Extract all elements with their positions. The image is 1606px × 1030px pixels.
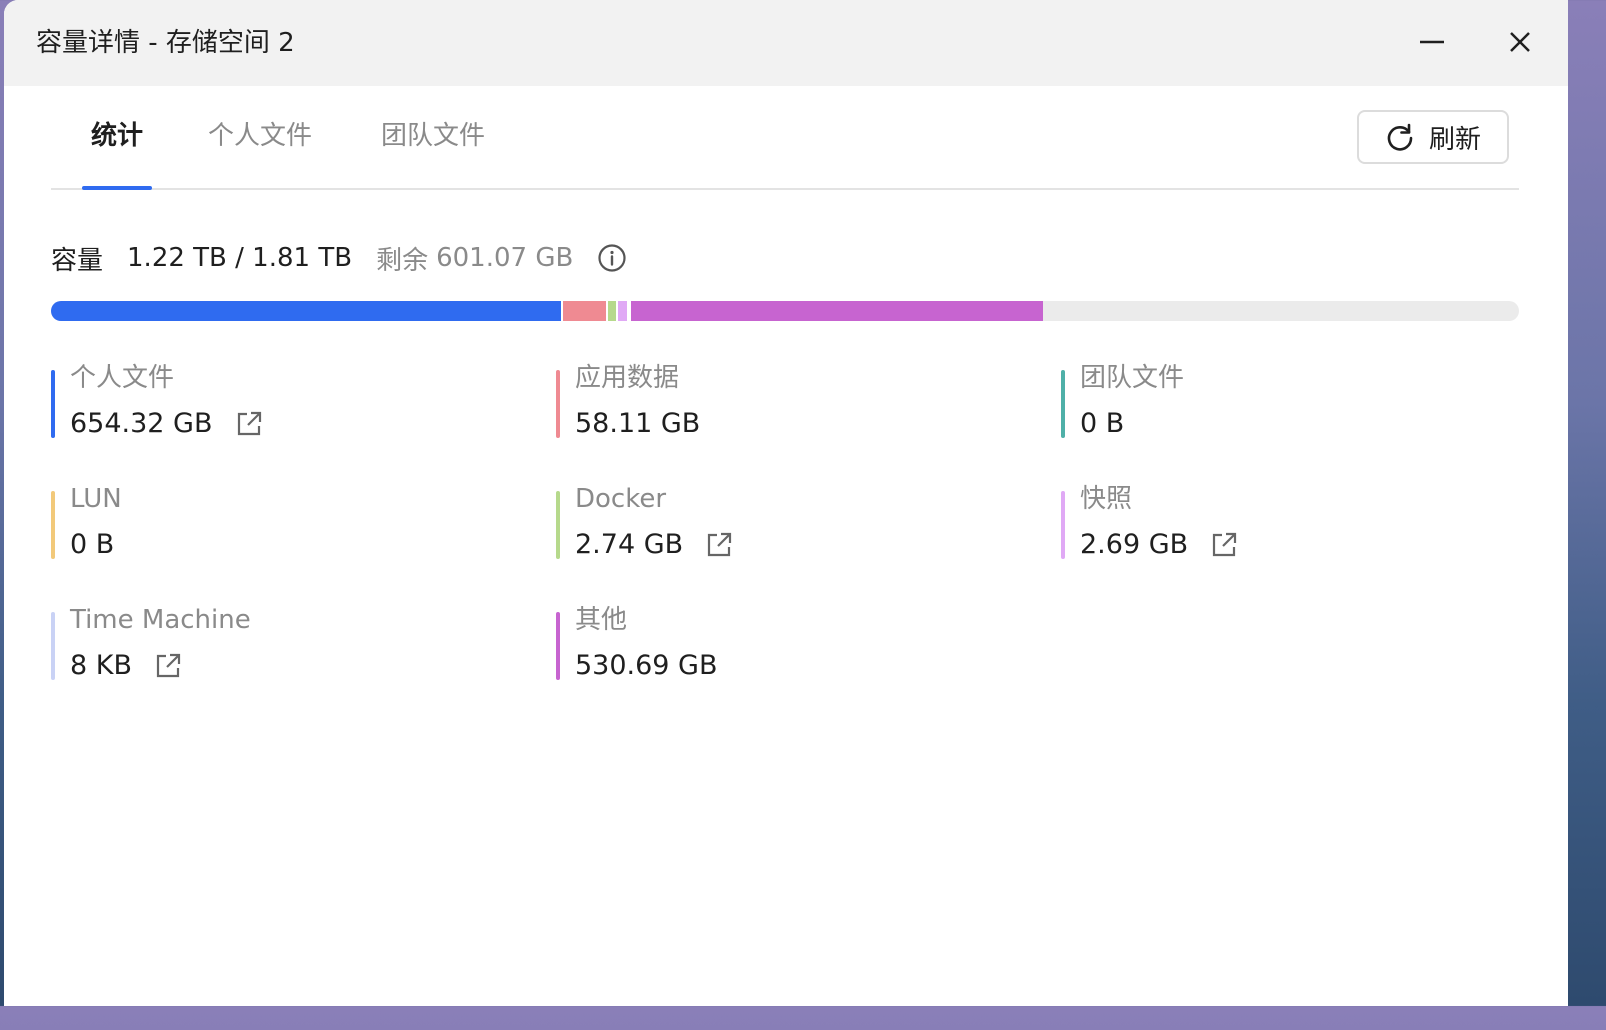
capacity-details-window: 容量详情 - 存储空间 2 统计 个人文件 团队文件 刷新 容量 1.22 TB… — [4, 0, 1568, 1006]
category-color-bar — [1061, 491, 1065, 559]
category-item: LUN 0 B — [51, 483, 531, 573]
category-item: 应用数据 58.11 GB — [556, 362, 1036, 452]
category-value: 530.69 GB — [575, 650, 718, 681]
category-name: 应用数据 — [575, 363, 680, 393]
category-value: 58.11 GB — [575, 408, 701, 439]
category-value: 0 B — [70, 529, 115, 560]
category-color-bar — [556, 370, 560, 438]
minimize-icon — [1420, 40, 1444, 44]
external-link-icon[interactable] — [154, 652, 182, 680]
refresh-button[interactable]: 刷新 — [1357, 110, 1509, 164]
close-button[interactable] — [1500, 22, 1540, 62]
capacity-label: 容量 — [51, 245, 104, 276]
category-color-bar — [556, 491, 560, 559]
category-name: Docker — [575, 484, 667, 514]
capacity-free-label: 剩余 — [376, 245, 429, 276]
category-value: 8 KB — [70, 650, 132, 681]
capacity-used: 1.22 TB / 1.81 TB — [127, 243, 353, 273]
tab-bar: 统计 个人文件 团队文件 刷新 — [51, 100, 1519, 190]
category-item: 团队文件 0 B — [1061, 362, 1541, 452]
category-color-bar — [1061, 370, 1065, 438]
usage-segment — [629, 301, 1044, 321]
category-value: 2.69 GB — [1080, 529, 1189, 560]
tab-personal-files[interactable]: 个人文件 — [208, 116, 312, 156]
minimize-button[interactable] — [1412, 22, 1452, 62]
category-item: Time Machine 8 KB — [51, 604, 531, 694]
category-color-bar — [51, 612, 55, 680]
category-value: 0 B — [1080, 408, 1125, 439]
usage-segment — [616, 301, 627, 321]
window-title: 容量详情 - 存储空间 2 — [36, 28, 295, 58]
capacity-summary: 容量 1.22 TB / 1.81 TB 剩余 601.07 GB — [51, 238, 627, 278]
close-icon — [1510, 32, 1530, 52]
usage-segment — [51, 301, 561, 321]
refresh-label: 刷新 — [1428, 124, 1481, 155]
external-link-icon[interactable] — [705, 531, 733, 559]
info-icon[interactable] — [597, 243, 627, 273]
category-color-bar — [51, 491, 55, 559]
category-name: LUN — [70, 484, 122, 514]
category-item: 个人文件 654.32 GB — [51, 362, 531, 452]
external-link-icon[interactable] — [1210, 531, 1238, 559]
category-item: Docker 2.74 GB — [556, 483, 1036, 573]
tab-team-files[interactable]: 团队文件 — [381, 116, 485, 156]
usage-segment — [606, 301, 617, 321]
category-name: 团队文件 — [1080, 363, 1185, 393]
category-color-bar — [556, 612, 560, 680]
capacity-free: 601.07 GB — [436, 243, 574, 273]
category-name: 其他 — [575, 605, 628, 635]
usage-segment — [560, 301, 607, 321]
category-name: 快照 — [1080, 484, 1133, 514]
category-name: 个人文件 — [70, 363, 175, 393]
category-name: Time Machine — [70, 605, 251, 635]
tab-statistics[interactable]: 统计 — [91, 116, 143, 156]
category-color-bar — [51, 370, 55, 438]
external-link-icon[interactable] — [235, 410, 263, 438]
category-item: 其他 530.69 GB — [556, 604, 1036, 694]
active-tab-indicator — [82, 186, 152, 190]
category-value: 654.32 GB — [70, 408, 213, 439]
category-value: 2.74 GB — [575, 529, 684, 560]
usage-bar — [51, 301, 1519, 321]
refresh-icon — [1387, 123, 1413, 151]
category-item: 快照 2.69 GB — [1061, 483, 1541, 573]
title-bar: 容量详情 - 存储空间 2 — [4, 0, 1568, 86]
